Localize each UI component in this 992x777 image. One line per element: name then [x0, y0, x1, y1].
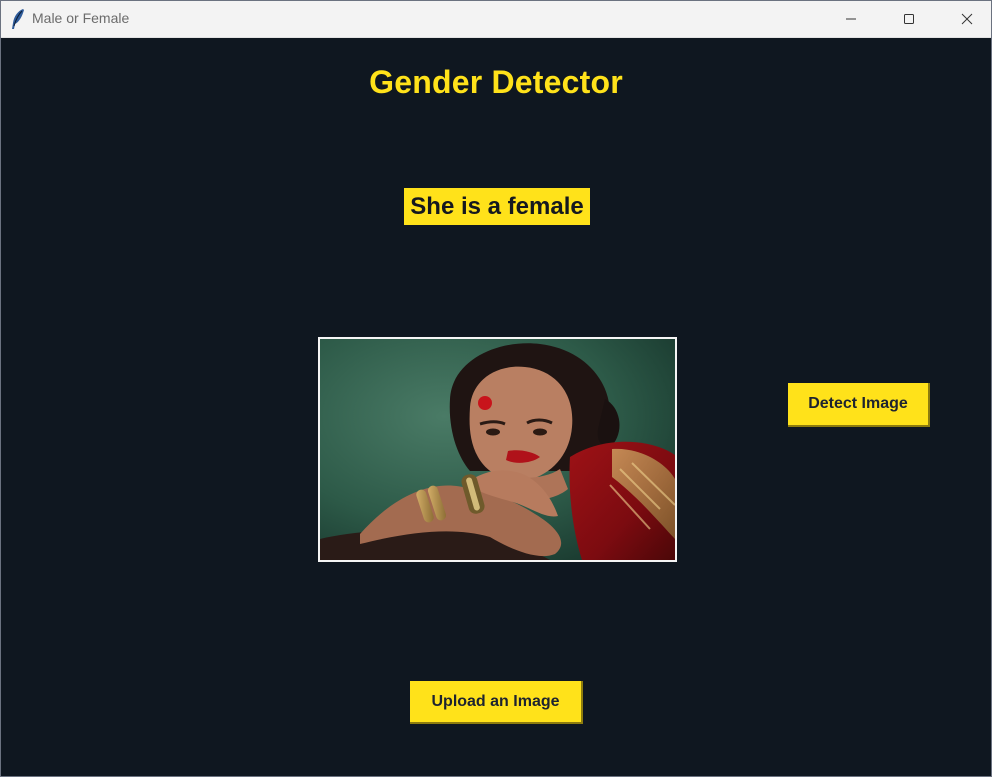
close-icon — [961, 13, 973, 25]
app-window: Male or Female Gender Detector She is a … — [0, 0, 992, 777]
maximize-icon — [903, 13, 915, 25]
maximize-button[interactable] — [886, 1, 932, 37]
uploaded-image — [318, 337, 677, 562]
window-title: Male or Female — [32, 10, 130, 26]
feather-icon — [10, 8, 26, 30]
prediction-result-label: She is a female — [404, 188, 590, 225]
upload-image-button[interactable]: Upload an Image — [410, 681, 583, 724]
title-bar[interactable]: Male or Female — [1, 1, 991, 38]
minimize-icon — [845, 13, 857, 25]
close-button[interactable] — [944, 1, 990, 37]
portrait-image — [320, 339, 675, 560]
detect-image-button[interactable]: Detect Image — [788, 383, 930, 427]
minimize-button[interactable] — [828, 1, 874, 37]
page-title: Gender Detector — [369, 64, 623, 100]
main-content: Gender Detector She is a female Detect I… — [1, 38, 991, 776]
